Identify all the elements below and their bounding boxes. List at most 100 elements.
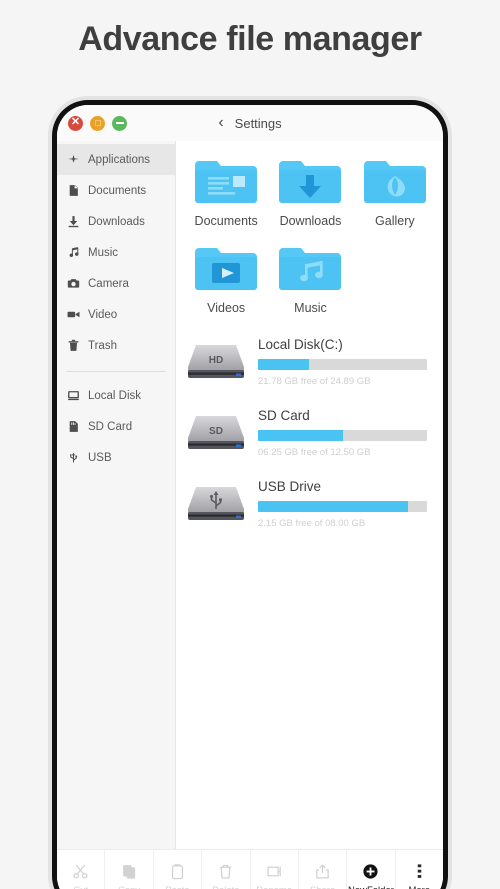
storage-progress-bar [258,501,427,512]
sidebar-item-camera[interactable]: Camera [57,268,175,299]
sidebar-item-label: Trash [88,339,117,352]
drive-usb-icon [186,481,246,527]
toolbar-button-copy[interactable]: Copy [105,850,154,889]
sidebar-divider [66,371,166,372]
window-controls: ✕ [57,115,127,131]
page-root: Advance file manager ✕ ‹ Settings Applic… [0,0,500,889]
minimize-button[interactable] [90,115,105,131]
minimize-icon [94,120,101,126]
storage-progress-bar [258,430,427,441]
folder-label: Downloads [279,214,342,228]
folder-item-gallery[interactable]: Gallery [353,155,437,228]
sidebar-item-trash[interactable]: Trash [57,330,175,361]
storage-detail: 2.15 GB free of 08.00 GB [258,518,366,529]
toolbar-button-more[interactable]: More [396,850,443,889]
storage-item-sd-card[interactable]: SD SD Card 06.25 GB free of 12.50 GB [186,408,427,458]
usb-icon [67,451,80,464]
drive-hd-icon: HD [186,339,246,385]
toolbar-label: NewFolder [348,885,394,889]
storage-info: SD Card 06.25 GB free of 12.50 GB [258,408,427,458]
folder-music-icon [279,242,342,294]
document-icon [67,184,80,197]
rename-icon [266,861,283,880]
paste-icon [169,861,186,880]
bottom-toolbar: Cut Copy Paste Delete [57,849,443,889]
folder-videos-icon [195,242,258,294]
sidebar-item-label: Music [88,246,119,259]
applications-icon [67,153,80,166]
scissors-icon [72,861,89,880]
toolbar-button-share[interactable]: Share [299,850,348,889]
phone-bezel: ✕ ‹ Settings Applications Documents Down… [52,100,448,889]
storage-name: SD Card [258,408,310,423]
toolbar-button-newfolder[interactable]: NewFolder [347,850,396,889]
toolbar-label: Cut [73,885,88,889]
music-note-icon [67,246,80,259]
folder-gallery-icon [363,155,426,207]
toolbar-label: Share [310,885,335,889]
storage-info: Local Disk(C:) 21.78 GB free of 24.89 GB [258,337,427,387]
toolbar-button-rename[interactable]: Rename [251,850,299,889]
sidebar-item-label: SD Card [88,420,133,433]
chevron-left-icon[interactable]: ‹ [218,114,223,131]
sidebar-item-label: Downloads [88,215,145,228]
maximize-icon [115,122,124,124]
folder-label: Gallery [375,214,415,228]
sidebar-item-label: USB [88,451,112,464]
toolbar-button-delete[interactable]: Delete [202,850,251,889]
more-dots-icon [411,861,428,880]
sidebar-item-label: Camera [88,277,129,290]
plus-circle-icon [362,861,379,880]
sidebar-item-usb[interactable]: USB [57,442,175,473]
folder-item-music[interactable]: Music [268,242,352,315]
sidebar-item-applications[interactable]: Applications [57,144,175,175]
trash-icon [67,339,80,352]
folder-item-videos[interactable]: Videos [184,242,268,315]
close-button[interactable]: ✕ [68,115,83,131]
phone-screen: ✕ ‹ Settings Applications Documents Down… [57,105,443,889]
video-camera-icon [67,308,80,321]
drive-sd-icon: SD [186,410,246,456]
camera-icon [67,277,80,290]
folder-downloads-icon [279,155,342,207]
folder-grid: Documents Downloads Gallery Videos Music [176,151,443,329]
trash-icon [217,861,234,880]
storage-detail: 21.78 GB free of 24.89 GB [258,376,371,387]
folder-label: Music [294,301,327,315]
copy-icon [121,861,138,880]
folder-item-downloads[interactable]: Downloads [268,155,352,228]
folder-label: Documents [194,214,258,228]
sidebar-item-video[interactable]: Video [57,299,175,330]
window-title: Settings [234,115,282,131]
toolbar-label: More [408,885,430,889]
content-pane: Documents Downloads Gallery Videos Music… [176,141,443,889]
sidebar-item-label: Video [88,308,118,321]
maximize-button[interactable] [112,115,127,131]
toolbar-label: Rename [256,885,292,889]
toolbar-button-paste[interactable]: Paste [154,850,203,889]
svg-text:SD: SD [209,426,223,437]
storage-info: USB Drive 2.15 GB free of 08.00 GB [258,479,427,529]
sidebar: Applications Documents Downloads Music C… [57,141,176,889]
folder-item-documents[interactable]: Documents [184,155,268,228]
toolbar-label: Copy [118,885,140,889]
toolbar-button-cut[interactable]: Cut [57,850,106,889]
storage-progress-fill [258,359,309,370]
svg-text:HD: HD [209,355,223,366]
sidebar-item-documents[interactable]: Documents [57,175,175,206]
storage-item-local-disk[interactable]: HD Local Disk(C:) 21.78 GB free of 24.89… [186,337,427,387]
share-icon [314,861,331,880]
sidebar-item-label: Local Disk [88,389,142,402]
storage-list: HD Local Disk(C:) 21.78 GB free of 24.89… [176,329,443,529]
storage-item-usb-drive[interactable]: USB Drive 2.15 GB free of 08.00 GB [186,479,427,529]
sidebar-item-music[interactable]: Music [57,237,175,268]
storage-progress-fill [258,430,343,441]
sidebar-item-downloads[interactable]: Downloads [57,206,175,237]
sidebar-item-local-disk[interactable]: Local Disk [57,380,175,411]
sidebar-item-label: Applications [88,153,151,166]
folder-documents-icon [195,155,258,207]
storage-name: Local Disk(C:) [258,337,343,352]
page-title: Advance file manager [78,20,422,58]
sidebar-item-sd-card[interactable]: SD Card [57,411,175,442]
storage-detail: 06.25 GB free of 12.50 GB [258,447,371,458]
